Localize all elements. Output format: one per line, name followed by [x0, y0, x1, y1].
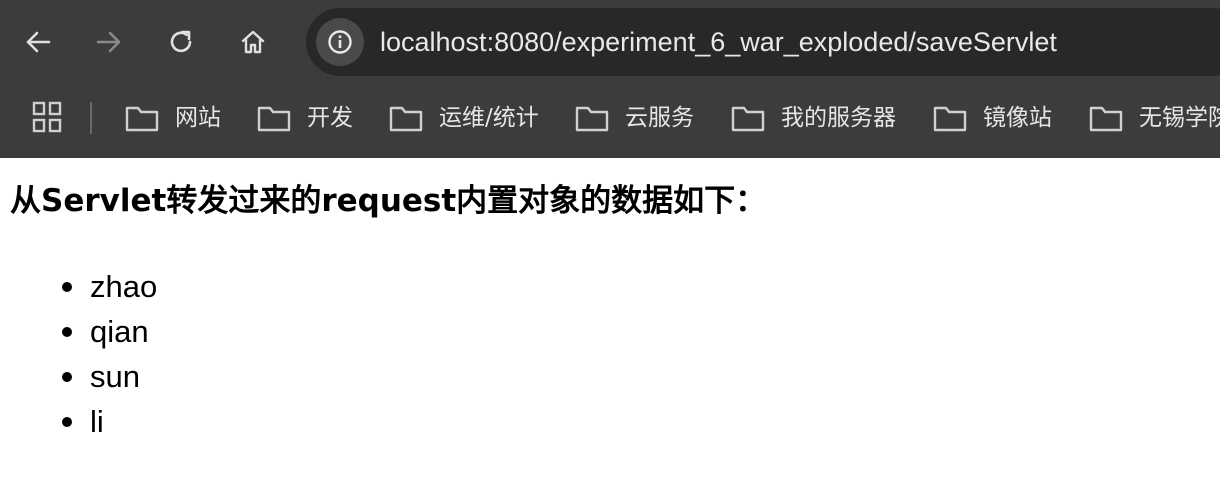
folder-icon [575, 106, 609, 132]
bookmark-镜像站[interactable]: 镜像站 [933, 100, 1052, 136]
bookmark-无锡学院[interactable]: 无锡学院 [1089, 100, 1220, 136]
forward-button[interactable] [89, 22, 129, 62]
page-heading: 从Servlet转发过来的request内置对象的数据如下： [10, 183, 767, 219]
list-item: qian [62, 313, 157, 358]
list-item-text: sun [90, 359, 140, 394]
folder-icon [389, 106, 423, 132]
info-icon [328, 30, 352, 54]
bookmark-label: 我的服务器 [781, 105, 896, 131]
bookmarks-bar: 网站 开发 运维/统计 云服务 我的服务器 镜像站 无锡学院 [0, 86, 1220, 158]
bookmark-我的服务器[interactable]: 我的服务器 [731, 100, 896, 136]
bookmark-label: 镜像站 [983, 105, 1052, 131]
bookmark-云服务[interactable]: 云服务 [575, 100, 694, 136]
list-item: sun [62, 358, 157, 403]
folder-icon [125, 106, 159, 132]
bullet-dot [62, 327, 72, 337]
bookmarks-divider [90, 102, 92, 134]
bookmark-label: 无锡学院 [1139, 105, 1220, 131]
bullet-dot [62, 282, 72, 292]
folder-icon [257, 106, 291, 132]
home-icon [241, 30, 265, 54]
reload-button[interactable] [161, 22, 201, 62]
bookmark-运维统计[interactable]: 运维/统计 [389, 100, 539, 136]
request-data-list: zhao qian sun li [62, 268, 157, 448]
site-info-button[interactable] [316, 18, 364, 66]
list-item: zhao [62, 268, 157, 313]
bookmark-label: 网站 [175, 105, 221, 131]
page-content: 从Servlet转发过来的request内置对象的数据如下： zhao qian… [0, 158, 1220, 486]
list-item-text: li [90, 404, 104, 439]
home-button[interactable] [233, 22, 273, 62]
bullet-dot [62, 372, 72, 382]
bullet-dot [62, 417, 72, 427]
list-item: li [62, 403, 157, 448]
apps-grid-icon[interactable] [32, 101, 62, 133]
bookmark-label: 开发 [307, 105, 353, 131]
folder-icon [731, 106, 765, 132]
folder-icon [1089, 106, 1123, 132]
browser-toolbar: localhost:8080/experiment_6_war_exploded… [0, 0, 1220, 86]
forward-arrow-icon [96, 31, 121, 53]
address-bar[interactable]: localhost:8080/experiment_6_war_exploded… [306, 8, 1220, 76]
bookmark-开发[interactable]: 开发 [257, 100, 353, 136]
bookmark-label: 运维/统计 [439, 105, 539, 131]
list-item-text: qian [90, 314, 149, 349]
folder-icon [933, 106, 967, 132]
back-arrow-icon [26, 31, 51, 53]
reload-icon [170, 30, 192, 53]
list-item-text: zhao [90, 269, 158, 304]
url-text[interactable]: localhost:8080/experiment_6_war_exploded… [380, 27, 1057, 57]
back-button[interactable] [18, 22, 58, 62]
bookmark-label: 云服务 [625, 105, 694, 131]
bookmark-网站[interactable]: 网站 [125, 100, 221, 136]
